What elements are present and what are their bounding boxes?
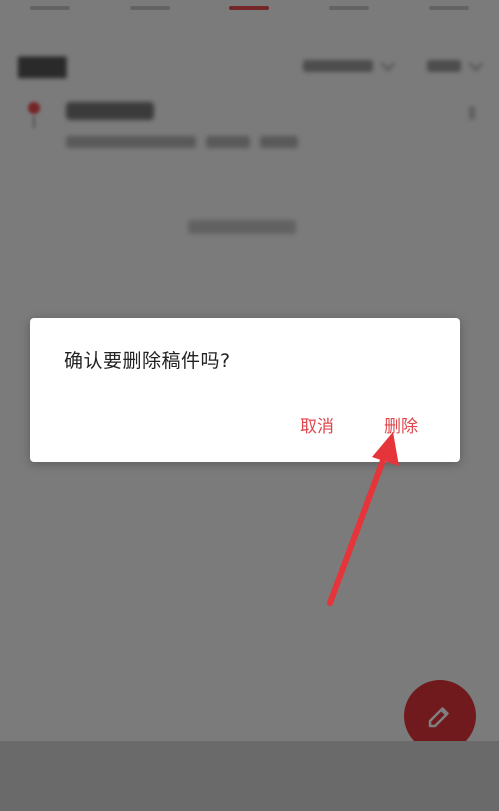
dialog-message: 确认要删除稿件吗? [64,350,231,372]
bottom-bar [0,741,499,811]
cancel-button[interactable]: 取消 [300,412,334,437]
dialog-actions: 取消 删除 [300,412,418,437]
delete-button[interactable]: 删除 [384,412,418,437]
confirm-delete-dialog: 确认要删除稿件吗? 取消 删除 [30,318,460,462]
